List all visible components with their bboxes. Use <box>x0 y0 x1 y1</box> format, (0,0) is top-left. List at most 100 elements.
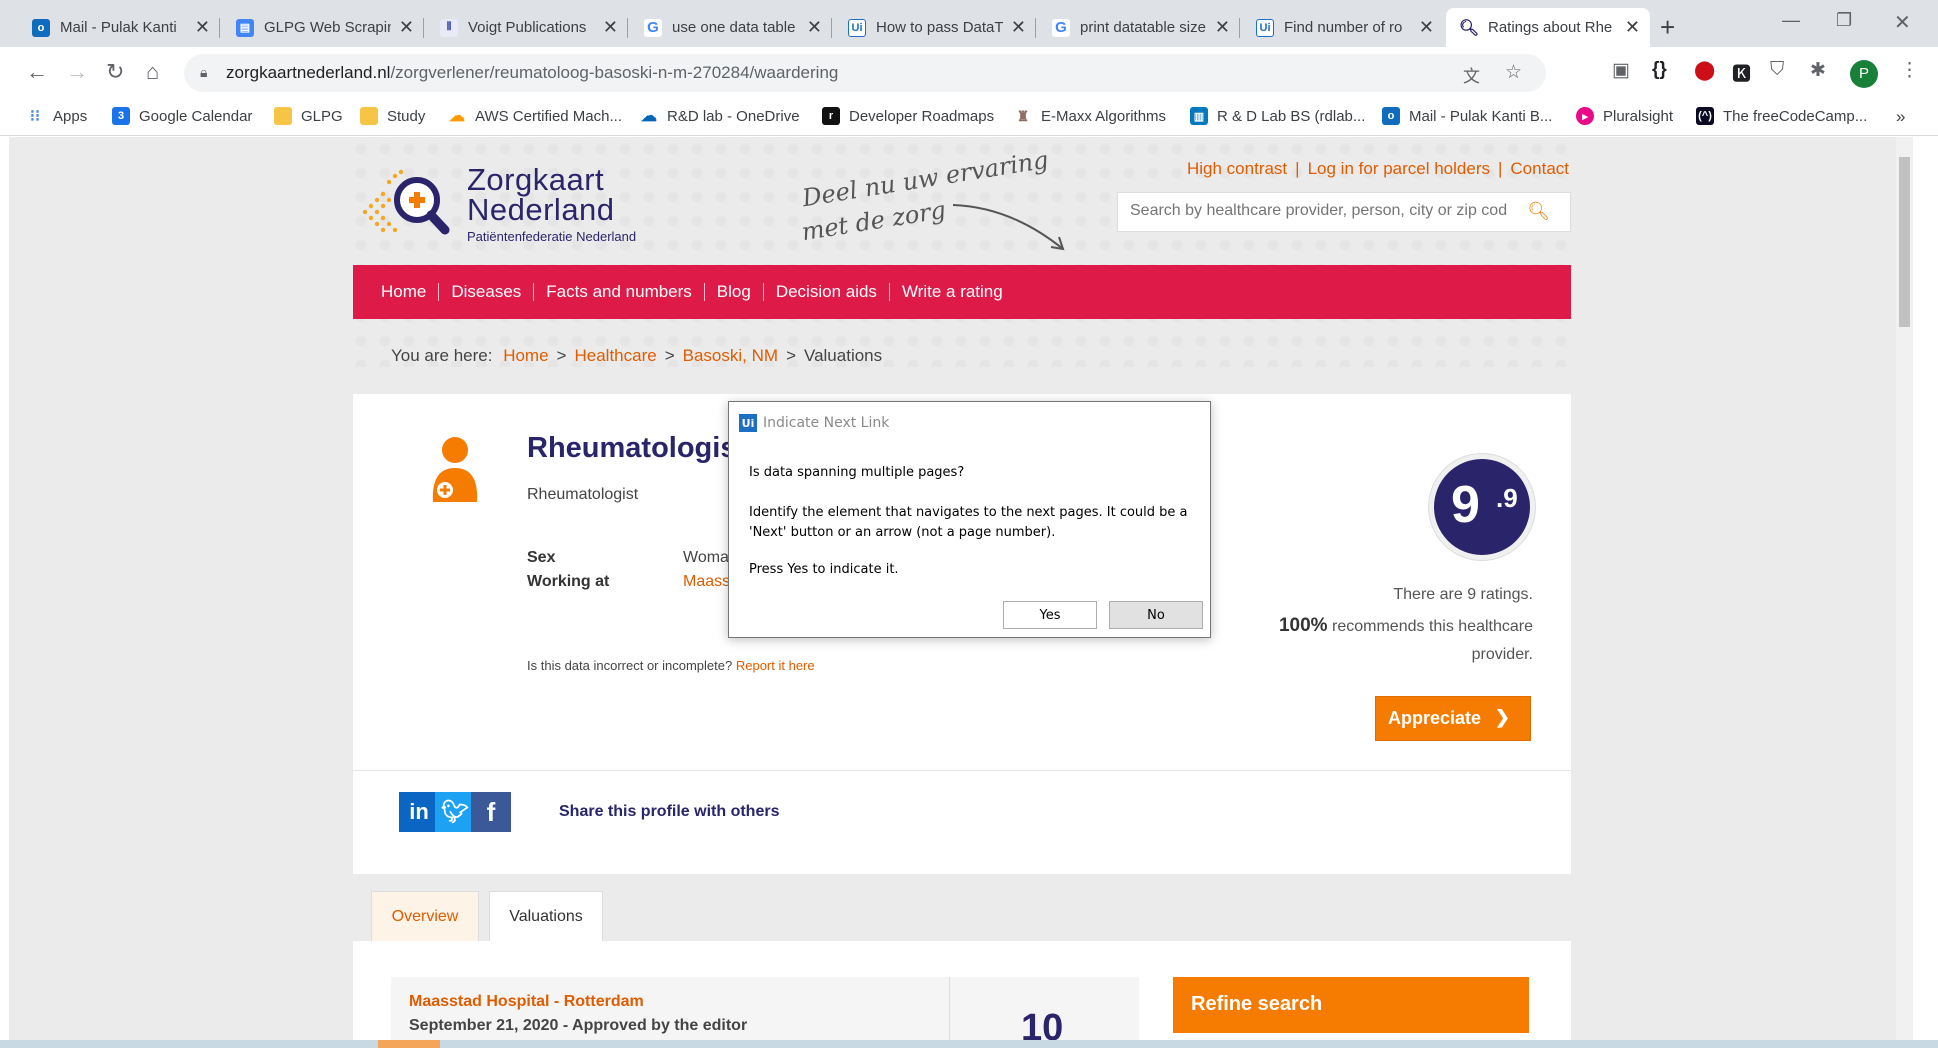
home-icon[interactable]: ⌂ <box>146 59 159 85</box>
nav-facts[interactable]: Facts and numbers <box>533 283 704 301</box>
url-text: zorgkaartnederland.nl/zorgverlener/reuma… <box>226 63 839 82</box>
browser-tab[interactable]: ⦀ Voigt Publications ✕ <box>426 8 628 47</box>
bookmark-apps[interactable]: ⁝⁝ Apps <box>26 107 87 126</box>
page-scrollbar[interactable] <box>1896 137 1913 1040</box>
bookmark-item[interactable]: (^) The freeCodeCamp... <box>1696 107 1867 125</box>
bookmark-item[interactable]: GLPG <box>274 107 343 125</box>
close-icon[interactable]: ✕ <box>195 17 210 38</box>
nav-write-rating[interactable]: Write a rating <box>888 283 1015 301</box>
scrollbar-thumb[interactable] <box>1899 157 1910 327</box>
browser-tab-active[interactable]: 🔍︎ Ratings about Rhe ✕ <box>1446 8 1650 47</box>
twitter-icon[interactable]: 🐦︎ <box>435 792 475 832</box>
restore-icon[interactable]: ❐ <box>1836 10 1852 31</box>
breadcrumb-provider[interactable]: Basoski, NM <box>683 346 778 365</box>
window-close-icon[interactable]: ✕ <box>1894 10 1911 35</box>
linkedin-icon[interactable]: in <box>399 792 439 832</box>
magnifier-logo-icon <box>362 169 450 235</box>
browser-tab[interactable]: o Mail - Pulak Kanti ✕ <box>18 8 220 47</box>
new-tab-icon[interactable]: + <box>1660 12 1675 43</box>
close-icon[interactable]: ✕ <box>807 17 822 38</box>
bookmark-item[interactable]: o Mail - Pulak Kanti B... <box>1382 107 1552 125</box>
indicate-next-link-dialog: Ui Indicate Next Link Is data spanning m… <box>728 401 1211 638</box>
site-icon: ⦀ <box>440 18 458 37</box>
browser-tab[interactable]: ▤ GLPG Web Scrapin ✕ <box>222 8 424 47</box>
nav-decision-aids[interactable]: Decision aids <box>762 283 889 301</box>
browser-tab[interactable]: G use one data table ✕ <box>630 8 832 47</box>
opera-icon[interactable]: ⬤ <box>1694 59 1715 82</box>
close-icon[interactable]: ✕ <box>1625 17 1640 38</box>
uipath-icon: Ui <box>848 18 866 37</box>
facebook-icon[interactable]: f <box>471 792 511 832</box>
tab-title: Find number of ro <box>1284 19 1403 36</box>
back-icon[interactable]: ← <box>26 59 48 85</box>
bookmark-label: E-Maxx Algorithms <box>1041 107 1167 125</box>
score-decimal: .9 <box>1496 483 1518 513</box>
score-badge: 9 .9 <box>1429 454 1535 560</box>
refine-search-button[interactable]: Refine search <box>1173 977 1529 1033</box>
tagline-arrow-icon <box>952 204 1065 251</box>
breadcrumb-home[interactable]: Home <box>503 346 548 365</box>
bookmarks-overflow-icon[interactable]: » <box>1896 107 1905 127</box>
bookmark-star-icon[interactable]: ☆ <box>1505 61 1522 84</box>
yes-button[interactable]: Yes <box>1003 601 1097 629</box>
report-link[interactable]: Report it here <box>736 658 815 673</box>
k-extension-icon[interactable]: 🅺 <box>1732 59 1751 86</box>
docs-icon: ▤ <box>236 18 254 37</box>
breadcrumb-healthcare[interactable]: Healthcare <box>574 346 656 365</box>
login-link[interactable]: Log in for parcel holders <box>1308 159 1490 178</box>
browser-tab[interactable]: Ui Find number of ro ✕ <box>1242 8 1444 47</box>
bookmark-item[interactable]: ▸ Pluralsight <box>1576 107 1673 125</box>
close-icon[interactable]: ✕ <box>1215 17 1230 38</box>
address-bar[interactable]: 🔒︎ zorgkaartnederland.nl/zorgverlener/re… <box>184 54 1546 92</box>
bookmark-label: GLPG <box>301 107 343 125</box>
reload-icon[interactable]: ↻ <box>106 59 124 85</box>
bookmark-label: Google Calendar <box>139 107 253 125</box>
no-button[interactable]: No <box>1109 601 1203 629</box>
dialog-question: Is data spanning multiple pages? <box>749 465 965 480</box>
folder-icon <box>274 107 292 125</box>
profile-avatar[interactable]: P <box>1850 60 1878 88</box>
bookmark-item[interactable]: ☁ AWS Certified Mach... <box>448 107 622 126</box>
bookmark-item[interactable]: 3 Google Calendar <box>112 107 252 125</box>
working-at-link[interactable]: Maasst <box>683 573 735 591</box>
nav-diseases[interactable]: Diseases <box>438 283 533 301</box>
browser-tab[interactable]: Ui How to pass DataT ✕ <box>834 8 1036 47</box>
appreciate-button[interactable]: Appreciate ❯ <box>1375 696 1531 741</box>
translate-icon[interactable]: 文 <box>1463 62 1480 87</box>
search-icon[interactable]: 🔍︎ <box>1527 201 1550 222</box>
json-extension-icon[interactable]: {} <box>1652 59 1667 81</box>
tab-valuations[interactable]: Valuations <box>489 891 603 941</box>
close-icon[interactable]: ✕ <box>1419 17 1434 38</box>
forward-icon[interactable]: → <box>66 59 88 85</box>
cloud-icon: ☁ <box>449 108 465 125</box>
nav-home[interactable]: Home <box>369 283 438 301</box>
bookmark-item[interactable]: ♜ E-Maxx Algorithms <box>1014 107 1166 125</box>
extension-icon[interactable]: ▣ <box>1612 59 1630 82</box>
search-input[interactable] <box>1130 202 1520 220</box>
nav-blog[interactable]: Blog <box>703 283 763 301</box>
dialog-body: Identify the element that navigates to t… <box>749 505 1188 540</box>
tab-overview[interactable]: Overview <box>371 891 479 941</box>
freecodecamp-icon: (^) <box>1696 107 1714 125</box>
bookmark-label: Study <box>387 107 426 125</box>
shield-icon[interactable]: ⛉ <box>1770 59 1784 81</box>
minimize-icon[interactable]: — <box>1782 10 1800 31</box>
menu-icon[interactable]: ⋮ <box>1900 59 1919 82</box>
review-hospital-link[interactable]: Maasstad Hospital - Rotterdam <box>409 993 644 1011</box>
browser-tab[interactable]: G print datatable size ✕ <box>1038 8 1240 47</box>
ratings-count: There are 9 ratings. <box>1393 586 1533 603</box>
uipath-icon: Ui <box>739 414 757 432</box>
close-icon[interactable]: ✕ <box>399 17 414 38</box>
review-score: 10 <box>1021 1007 1064 1040</box>
folder-icon <box>360 107 378 125</box>
bookmark-item[interactable]: r Developer Roadmaps <box>822 107 994 125</box>
bookmark-item[interactable]: Study <box>360 107 425 125</box>
bookmark-item[interactable]: ▥ R & D Lab BS (rdlab... <box>1190 107 1365 125</box>
breadcrumb: You are here: Home > Healthcare > Basoski, N… <box>391 346 883 365</box>
puzzle-icon[interactable]: ✱ <box>1810 59 1826 82</box>
contact-link[interactable]: Contact <box>1510 159 1569 178</box>
high-contrast-link[interactable]: High contrast <box>1187 159 1287 178</box>
close-icon[interactable]: ✕ <box>603 17 618 38</box>
bookmark-item[interactable]: ☁ R&D lab - OneDrive <box>640 107 800 126</box>
close-icon[interactable]: ✕ <box>1011 17 1026 38</box>
